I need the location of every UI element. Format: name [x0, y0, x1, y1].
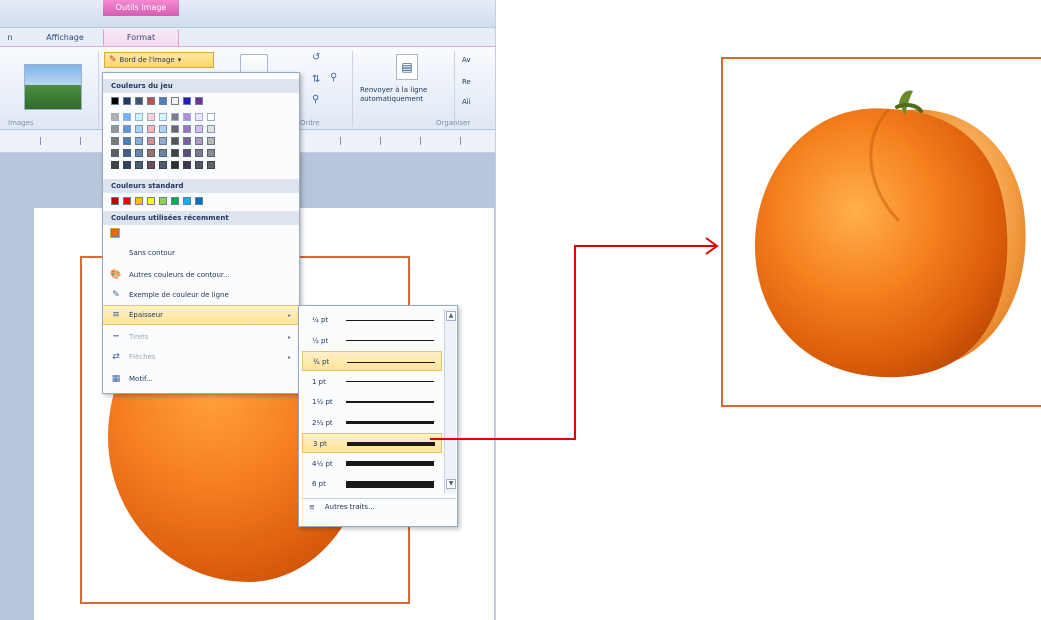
apricot-image	[754, 90, 1026, 378]
result-preview-frame	[721, 57, 1041, 407]
connector-line	[430, 245, 717, 440]
